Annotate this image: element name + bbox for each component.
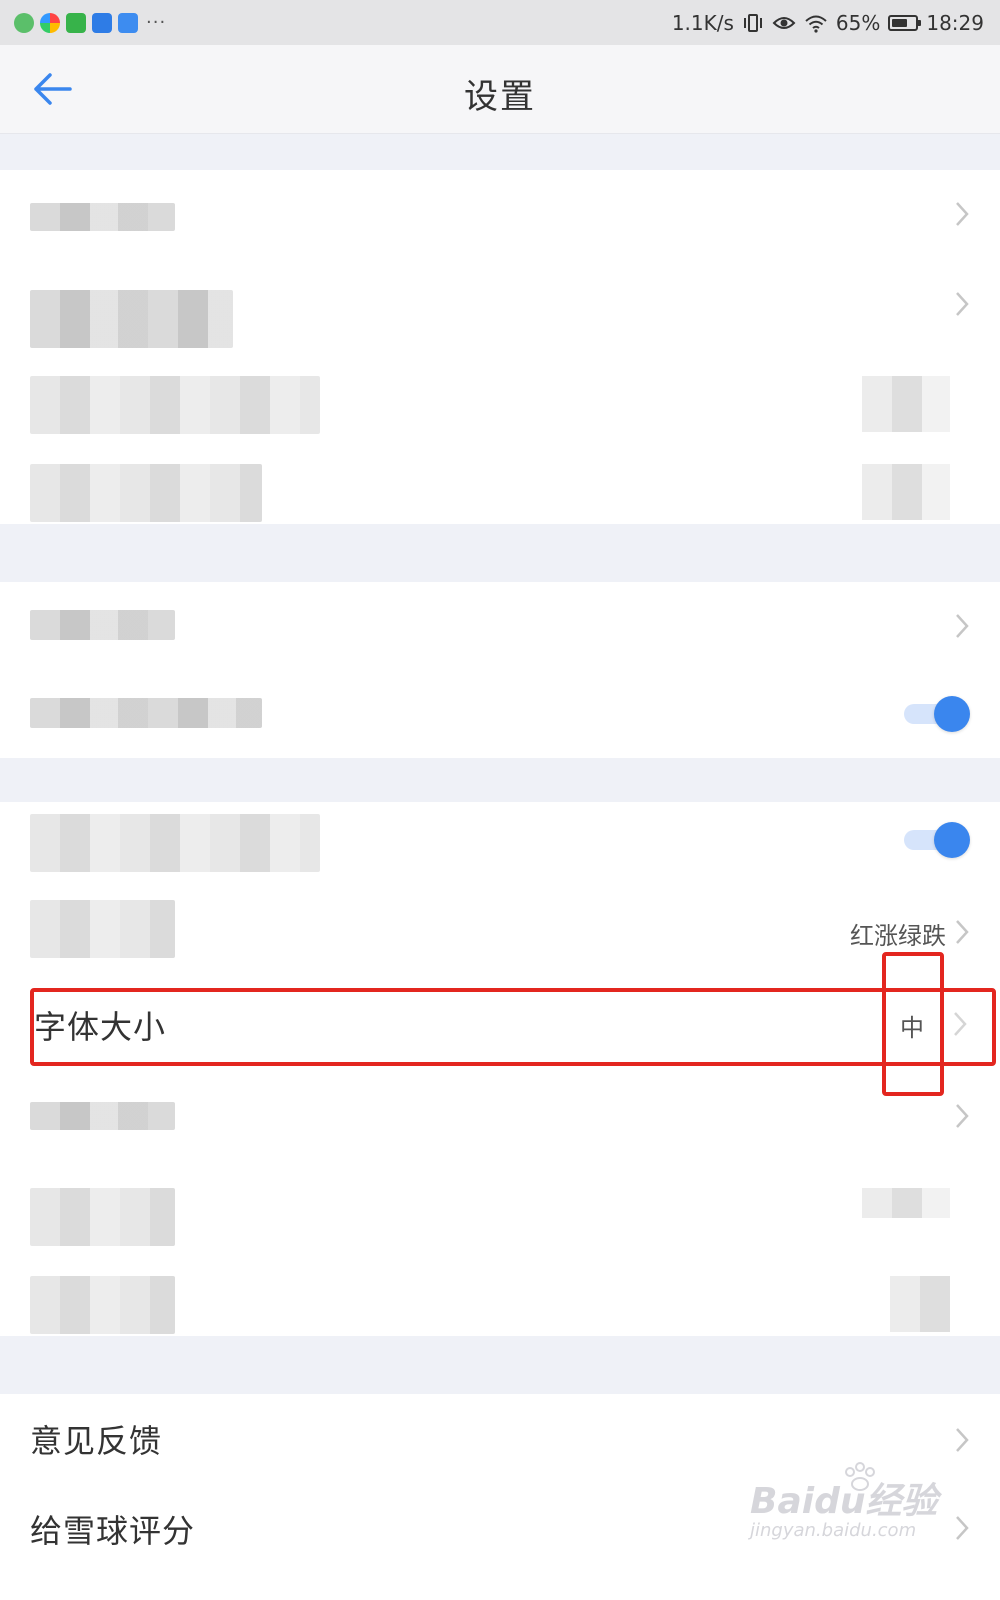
chevron-right-icon	[956, 1104, 969, 1128]
chevron-right-icon	[956, 920, 969, 944]
settings-row-blurred-toggle	[0, 802, 1000, 890]
network-speed: 1.1K/s	[671, 10, 734, 35]
chevron-right-icon	[956, 1516, 969, 1540]
wifi-icon	[805, 15, 827, 33]
settings-row-color-scheme[interactable]: 红涨绿跌	[0, 890, 1000, 978]
chevron-right-icon	[956, 292, 969, 316]
toggle-switch[interactable]	[904, 820, 970, 860]
page-title: 设置	[464, 77, 536, 117]
feedback-label: 意见反馈	[30, 1422, 163, 1460]
app-notification-icon	[66, 12, 86, 33]
status-bar: ··· 1.1K/s 65% 18:29	[0, 0, 1000, 45]
settings-row-blurred[interactable]	[0, 436, 1000, 524]
watermark-url: jingyan.baidu.com	[750, 1520, 917, 1541]
highlight-box-value	[882, 952, 944, 1096]
blurred-label	[30, 290, 233, 348]
app-notification-icon	[40, 12, 60, 33]
section-divider	[0, 1336, 1000, 1394]
nav-bar: 设置	[0, 45, 1000, 134]
blurred-value	[862, 464, 950, 520]
blurred-label	[30, 610, 175, 640]
chevron-right-icon	[956, 614, 969, 638]
more-notifications-icon: ···	[146, 12, 167, 33]
settings-row-blurred[interactable]	[0, 1248, 1000, 1336]
blurred-label	[30, 1276, 175, 1334]
settings-row-blurred[interactable]	[0, 1160, 1000, 1248]
blurred-label	[30, 203, 175, 231]
blurred-label	[30, 376, 320, 434]
settings-row-blurred[interactable]	[0, 348, 1000, 436]
section-divider	[0, 524, 1000, 582]
settings-row-blurred[interactable]	[0, 582, 1000, 670]
settings-row-blurred[interactable]	[0, 260, 1000, 348]
blurred-label	[30, 900, 175, 958]
rate-label: 给雪球评分	[30, 1512, 196, 1550]
battery-icon	[888, 14, 922, 31]
blurred-label	[30, 1188, 175, 1246]
blurred-label	[30, 814, 320, 872]
color-scheme-value: 红涨绿跌	[850, 922, 946, 950]
highlight-box-row	[30, 988, 996, 1066]
settings-row-blurred-toggle	[0, 670, 1000, 758]
watermark: Baidu经验 jingyan.baidu.com	[750, 1462, 950, 1552]
blurred-value	[862, 376, 950, 432]
blurred-value	[862, 1188, 950, 1218]
battery-percent: 65%	[835, 10, 881, 35]
chevron-right-icon	[956, 202, 969, 226]
eye-comfort-icon	[772, 16, 796, 29]
clock: 18:29	[926, 10, 984, 35]
blurred-label	[30, 464, 262, 522]
app-notification-icon	[92, 12, 112, 33]
vibrate-icon	[743, 13, 762, 32]
toggle-switch[interactable]	[904, 694, 970, 734]
section-divider	[0, 134, 1000, 170]
settings-row-blurred[interactable]	[0, 170, 1000, 258]
blurred-label	[30, 698, 262, 728]
blurred-label	[30, 1102, 175, 1130]
app-notification-icon	[14, 12, 34, 33]
watermark-text: Baidu经验	[750, 1481, 938, 1522]
notification-icons: ···	[14, 12, 166, 33]
app-notification-icon	[118, 12, 138, 33]
chevron-right-icon	[956, 1428, 969, 1452]
settings-row-blurred[interactable]	[0, 1072, 1000, 1160]
blurred-value	[890, 1276, 950, 1332]
